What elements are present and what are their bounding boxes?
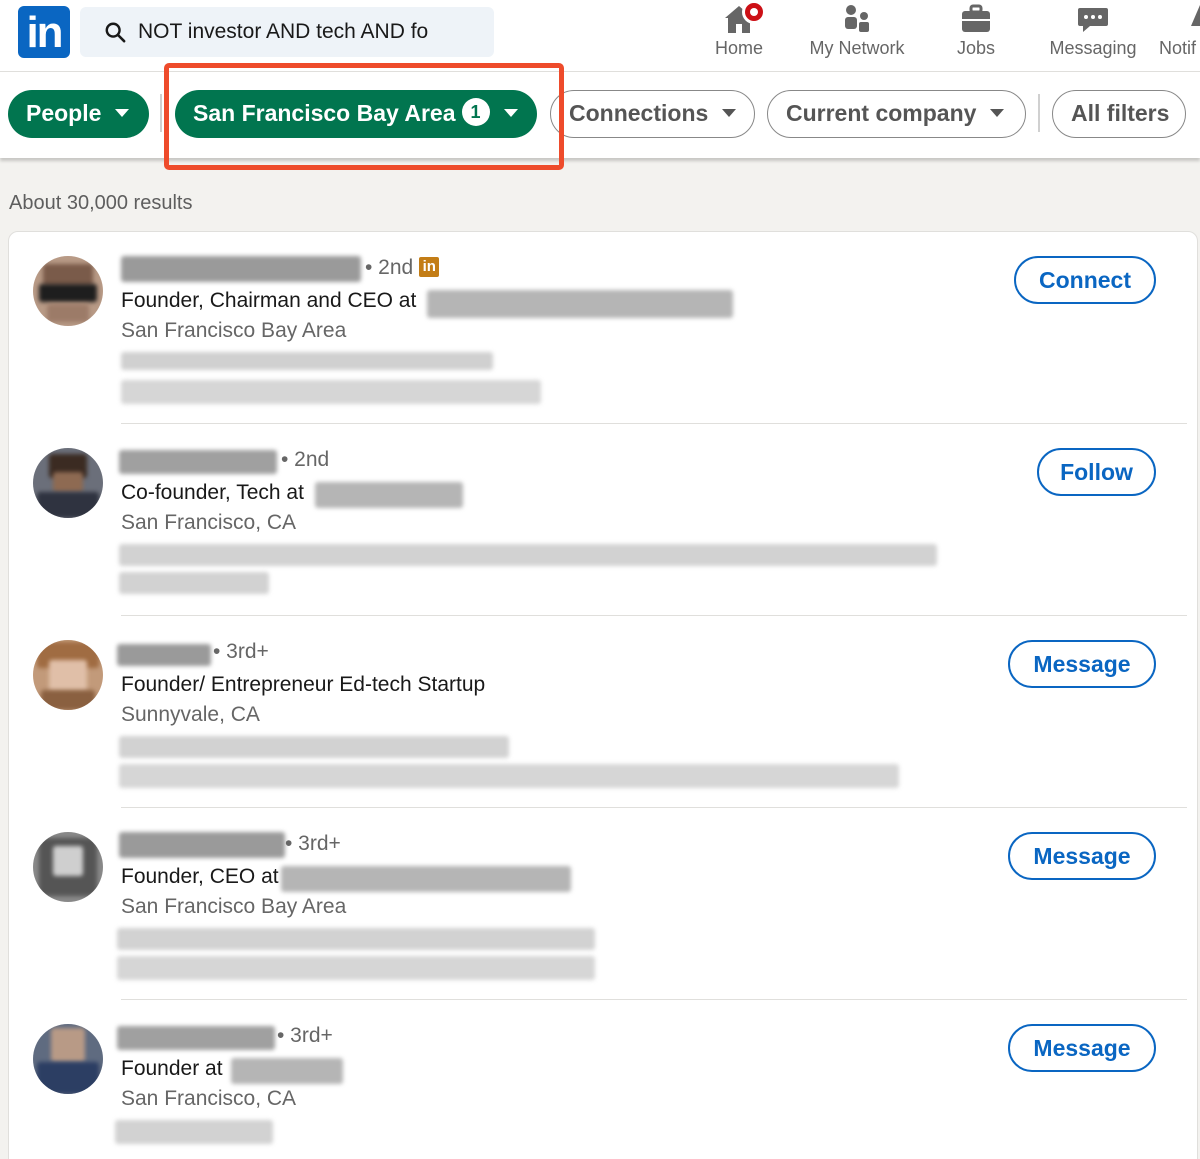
nav-my-network[interactable]: My Network: [800, 0, 914, 70]
people-filter-button[interactable]: People: [8, 90, 149, 138]
briefcase-icon: [962, 4, 990, 32]
redacted-summary: [119, 544, 937, 566]
redacted-summary: [115, 1120, 273, 1144]
nav-notifications[interactable]: Notif: [1156, 0, 1200, 70]
redacted-summary: [121, 380, 541, 404]
result-row[interactable]: • 2nd in Founder, Chairman and CEO at San…: [9, 232, 1199, 424]
redacted-name[interactable]: [117, 644, 211, 666]
nav-messaging[interactable]: Messaging: [1045, 0, 1141, 70]
headline: Founder/ Entrepreneur Ed-tech Startup: [121, 673, 486, 696]
location: San Francisco, CA: [121, 511, 297, 534]
results-list: • 2nd in Founder, Chairman and CEO at San…: [8, 231, 1198, 1159]
premium-badge-icon: in: [419, 256, 440, 277]
location: San Francisco Bay Area: [121, 895, 347, 918]
redacted-name[interactable]: [119, 450, 277, 474]
redacted-summary: [121, 352, 493, 370]
linkedin-logo-icon[interactable]: in: [18, 6, 70, 58]
redacted-summary: [117, 956, 595, 980]
nav-my-network-label: My Network: [809, 38, 905, 58]
redacted-summary: [117, 928, 595, 950]
people-filter-label: People: [26, 100, 102, 126]
results-count: About 30,000 results: [9, 192, 193, 214]
bell-icon: [1191, 5, 1200, 26]
caret-down-icon: [722, 108, 737, 117]
headline: Co-founder, Tech at: [121, 481, 304, 504]
filter-divider: [1038, 94, 1040, 132]
result-row[interactable]: • 3rd+ Founder, CEO at San Francisco Bay…: [9, 808, 1199, 1000]
nav-notifications-label: Notif: [1159, 38, 1197, 58]
redacted-summary: [119, 572, 269, 594]
avatar[interactable]: [33, 1024, 103, 1094]
notification-badge: [742, 0, 766, 24]
headline: Founder, CEO at: [121, 865, 279, 888]
location: Sunnyvale, CA: [121, 703, 260, 726]
connection-degree: • 2nd in: [365, 256, 440, 280]
nav-home-label: Home: [714, 38, 763, 58]
redacted-company[interactable]: [231, 1058, 343, 1084]
redacted-summary: [119, 764, 899, 788]
top-nav: in Home My Network Jobs: [0, 0, 1200, 72]
avatar[interactable]: [33, 448, 103, 518]
message-button[interactable]: Message: [1008, 832, 1156, 880]
connection-degree: • 3rd+: [213, 640, 269, 663]
headline: Founder at: [121, 1057, 223, 1080]
avatar[interactable]: [33, 256, 103, 326]
current-company-filter-button[interactable]: Current company: [767, 90, 1026, 138]
current-company-filter-label: Current company: [786, 100, 977, 126]
connection-degree: • 3rd+: [277, 1024, 333, 1047]
redacted-company[interactable]: [427, 290, 733, 318]
location: San Francisco, CA: [121, 1087, 297, 1110]
connect-button[interactable]: Connect: [1014, 256, 1156, 304]
location: San Francisco Bay Area: [121, 319, 347, 342]
nav-jobs[interactable]: Jobs: [940, 0, 1012, 70]
redacted-name[interactable]: [121, 256, 361, 282]
highlight-annotation-box: [164, 63, 564, 170]
search-bar[interactable]: [80, 7, 494, 57]
result-row[interactable]: • 2nd Co-founder, Tech at San Francisco,…: [9, 424, 1199, 616]
avatar[interactable]: [33, 640, 103, 710]
nav-home[interactable]: Home: [700, 0, 778, 70]
redacted-name[interactable]: [119, 832, 285, 858]
result-row[interactable]: • 3rd+ Founder at San Francisco, CA Mess…: [9, 1000, 1199, 1159]
nav-jobs-label: Jobs: [956, 38, 996, 58]
filter-divider: [160, 94, 162, 132]
connection-degree: • 3rd+: [285, 832, 341, 855]
search-input[interactable]: [138, 7, 478, 57]
redacted-company[interactable]: [281, 866, 571, 892]
connections-filter-button[interactable]: Connections: [550, 90, 755, 138]
search-icon: [105, 22, 126, 43]
nav-messaging-label: Messaging: [1049, 38, 1137, 58]
caret-down-icon: [115, 108, 130, 117]
caret-down-icon: [990, 108, 1005, 117]
avatar[interactable]: [33, 832, 103, 902]
network-icon: [845, 5, 869, 32]
result-row[interactable]: • 3rd+ Founder/ Entrepreneur Ed-tech Sta…: [9, 616, 1199, 808]
message-button[interactable]: Message: [1008, 1024, 1156, 1072]
connections-filter-label: Connections: [569, 100, 709, 126]
all-filters-label: All filters: [1071, 100, 1170, 126]
connection-degree: • 2nd: [281, 448, 330, 471]
messaging-icon: [1078, 8, 1108, 32]
follow-button[interactable]: Follow: [1037, 448, 1156, 496]
redacted-company[interactable]: [315, 482, 463, 508]
message-button[interactable]: Message: [1008, 640, 1156, 688]
redacted-name[interactable]: [117, 1026, 275, 1050]
redacted-summary: [119, 736, 509, 758]
all-filters-button[interactable]: All filters: [1052, 90, 1186, 138]
headline: Founder, Chairman and CEO at: [121, 289, 417, 312]
